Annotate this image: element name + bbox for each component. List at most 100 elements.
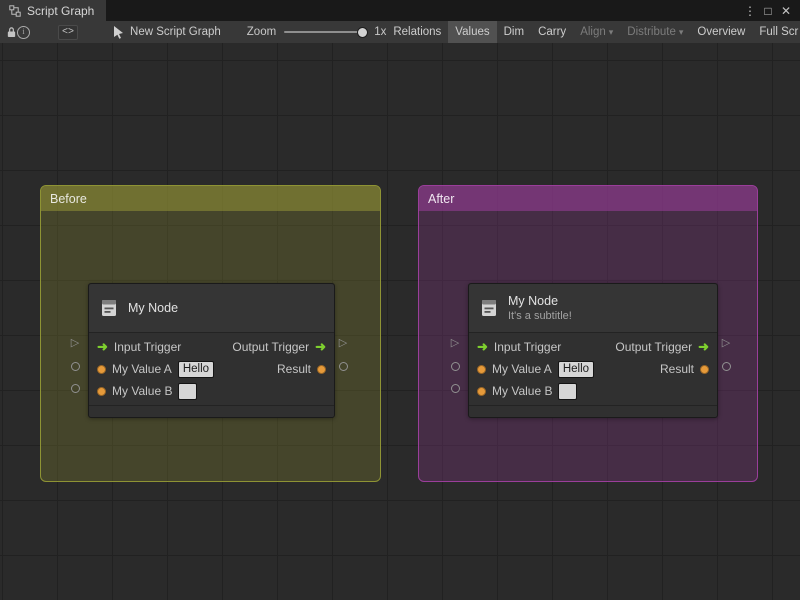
maximize-icon[interactable]: □ — [761, 3, 775, 19]
value-b-label: My Value B — [492, 384, 553, 398]
external-value-a-port[interactable] — [449, 360, 461, 372]
close-icon[interactable]: ✕ — [779, 3, 793, 19]
node-header[interactable]: My Node — [89, 284, 334, 332]
zoom-value: 1x — [374, 26, 387, 38]
triangle-port-icon: ▷ — [721, 336, 731, 349]
graph-name-label[interactable]: New Script Graph — [130, 26, 221, 38]
external-output-trigger-port[interactable]: ▷ — [720, 337, 732, 349]
input-trigger-port-icon[interactable]: ➜ — [477, 340, 488, 353]
info-icon[interactable]: i — [17, 21, 30, 43]
circle-port-icon — [70, 383, 80, 393]
graph-toolbar: i <> New Script Graph Zoom 1x Relations — [0, 21, 800, 44]
distribute-button[interactable]: Distribute ▾ — [620, 21, 690, 43]
toolbar-buttons: Relations Values Dim Carry Align ▾ Distr… — [386, 21, 800, 43]
triangle-port-icon: ▷ — [70, 336, 80, 349]
node-my-node-after[interactable]: My Node It's a subtitle! ➜ Input Trigger… — [468, 283, 718, 418]
value-b-port-row: My Value B — [89, 380, 334, 402]
group-after-header[interactable]: After — [419, 186, 757, 211]
node-header[interactable]: My Node It's a subtitle! — [469, 284, 717, 332]
output-trigger-label: Output Trigger — [615, 340, 693, 354]
output-trigger-port-icon[interactable]: ➜ — [698, 340, 709, 353]
fullscreen-button[interactable]: Full Scr — [752, 21, 800, 43]
chevron-down-icon: ▾ — [678, 26, 684, 37]
value-b-port-icon[interactable] — [477, 386, 486, 396]
zoom-control: Zoom 1x — [246, 26, 387, 38]
graph-canvas[interactable]: Before After My Node ➜ Input Trigger Out… — [0, 43, 800, 600]
value-a-port-icon[interactable] — [477, 364, 486, 374]
chevron-down-icon: ▾ — [608, 26, 614, 37]
node-my-node-before[interactable]: My Node ➜ Input Trigger Output Trigger ➜… — [88, 283, 335, 418]
tab-bar: Script Graph ⋮ □ ✕ — [0, 0, 800, 21]
relations-button[interactable]: Relations — [386, 21, 448, 43]
external-input-trigger-port[interactable]: ▷ — [69, 337, 81, 349]
value-b-port-icon[interactable] — [97, 386, 106, 396]
value-a-label: My Value A — [112, 362, 172, 376]
circle-port-icon — [450, 361, 460, 371]
node-footer — [469, 406, 717, 417]
value-a-port-row: My Value A Hello Result — [89, 358, 334, 380]
triangle-port-icon: ▷ — [338, 336, 348, 349]
node-title: My Node — [508, 294, 559, 308]
value-b-field[interactable] — [178, 382, 198, 400]
output-trigger-label: Output Trigger — [232, 340, 310, 354]
carry-button[interactable]: Carry — [531, 21, 573, 43]
graph-tab-icon — [8, 4, 21, 17]
value-b-label: My Value B — [112, 384, 173, 398]
node-footer — [89, 406, 334, 417]
circle-port-icon — [721, 361, 731, 371]
node-body: ➜ Input Trigger Output Trigger ➜ My Valu… — [469, 332, 717, 406]
input-trigger-label: Input Trigger — [493, 340, 562, 354]
external-value-a-port[interactable] — [69, 360, 81, 372]
result-label: Result — [659, 362, 694, 376]
lock-icon[interactable] — [6, 21, 17, 43]
zoom-slider-knob[interactable] — [357, 27, 369, 38]
zoom-slider[interactable] — [284, 27, 369, 38]
node-subtitle: It's a subtitle! — [508, 310, 572, 322]
value-a-label: My Value A — [492, 362, 552, 376]
dim-button[interactable]: Dim — [497, 21, 531, 43]
result-label: Result — [276, 362, 311, 376]
circle-port-icon — [338, 361, 348, 371]
graph-name-group: New Script Graph — [112, 21, 221, 43]
trigger-port-row: ➜ Input Trigger Output Trigger ➜ — [89, 336, 334, 358]
value-a-port-row: My Value A Hello Result — [469, 358, 717, 380]
result-port-icon[interactable] — [317, 364, 326, 374]
external-output-trigger-port[interactable]: ▷ — [337, 337, 349, 349]
node-titles: My Node — [128, 301, 178, 315]
code-view-icon[interactable]: <> — [58, 21, 79, 43]
input-trigger-port-icon[interactable]: ➜ — [97, 340, 108, 353]
node-icon — [482, 300, 496, 316]
result-port-icon[interactable] — [700, 364, 709, 374]
overview-button[interactable]: Overview — [690, 21, 752, 43]
value-a-field[interactable]: Hello — [177, 360, 215, 378]
node-icon — [102, 300, 116, 316]
window-controls: ⋮ □ ✕ — [743, 0, 800, 21]
external-result-port[interactable] — [720, 360, 732, 372]
value-b-field[interactable] — [558, 382, 578, 400]
zoom-label: Zoom — [246, 26, 277, 38]
group-before-label: Before — [50, 191, 87, 206]
external-value-b-port[interactable] — [69, 382, 81, 394]
tab-script-graph[interactable]: Script Graph — [0, 0, 107, 21]
value-a-field[interactable]: Hello — [557, 360, 595, 378]
trigger-port-row: ➜ Input Trigger Output Trigger ➜ — [469, 336, 717, 358]
value-b-port-row: My Value B — [469, 380, 717, 402]
external-value-b-port[interactable] — [449, 382, 461, 394]
output-trigger-port-icon[interactable]: ➜ — [315, 340, 326, 353]
external-input-trigger-port[interactable]: ▷ — [449, 337, 461, 349]
input-trigger-label: Input Trigger — [113, 340, 182, 354]
align-button[interactable]: Align ▾ — [573, 21, 620, 43]
tab-title: Script Graph — [27, 3, 95, 18]
graph-pointer-icon — [112, 21, 124, 43]
triangle-port-icon: ▷ — [450, 336, 460, 349]
node-titles: My Node It's a subtitle! — [508, 294, 572, 322]
external-result-port[interactable] — [337, 360, 349, 372]
script-graph-window: Script Graph ⋮ □ ✕ i <> New Script Graph… — [0, 0, 800, 600]
value-a-port-icon[interactable] — [97, 364, 106, 374]
values-button[interactable]: Values — [448, 21, 497, 43]
group-after-label: After — [428, 191, 455, 206]
node-title: My Node — [128, 301, 179, 315]
circle-port-icon — [450, 383, 460, 393]
kebab-menu-icon[interactable]: ⋮ — [743, 3, 757, 19]
group-before-header[interactable]: Before — [41, 186, 380, 211]
